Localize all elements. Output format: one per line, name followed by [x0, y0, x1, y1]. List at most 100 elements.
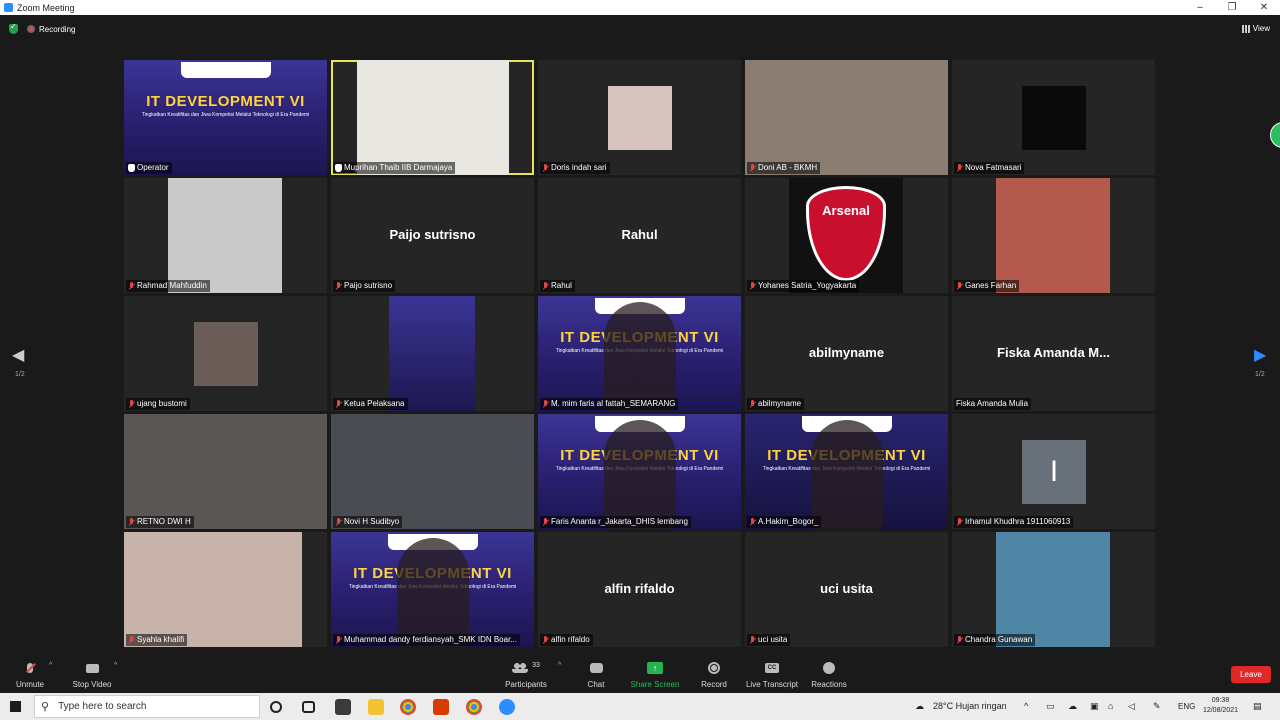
participant-name-label: Fiska Amanda Mulia: [954, 398, 1032, 410]
participant-name-label: Paijo sutrisno: [333, 280, 396, 292]
view-button[interactable]: View: [1241, 24, 1270, 33]
participant-name-label: ujang bustomi: [126, 398, 190, 410]
window-titlebar: Zoom Meeting – ❐ ✕: [0, 0, 1280, 15]
muted-microphone-icon: [956, 163, 963, 173]
battery-icon[interactable]: ▭: [1046, 693, 1055, 720]
participant-name-text: alfin rifaldo: [551, 635, 590, 644]
maximize-button[interactable]: ❐: [1216, 0, 1248, 15]
volume-icon[interactable]: ◁: [1128, 693, 1135, 720]
participant-name-text: Muprihan Thaib IIB Darmajaya: [344, 163, 453, 172]
muted-microphone-icon: [335, 281, 342, 291]
previous-page-arrow-icon[interactable]: ◀: [12, 345, 24, 365]
video-tile[interactable]: Nova Fatmasari: [952, 60, 1155, 175]
participant-name-text: Novi H Sudibyo: [344, 517, 400, 526]
video-tile[interactable]: Paijo sutrisno Paijo sutrisno: [331, 178, 534, 293]
video-tile[interactable]: Fiska Amanda M... Fiska Amanda Mulia: [952, 296, 1155, 411]
video-tile[interactable]: IT DEVELOPMENT VITingkatkan Kreatifitas …: [331, 532, 534, 647]
participant-name-label: Irhamul Khudhra 1911060913: [954, 516, 1074, 528]
next-page-arrow-icon[interactable]: ▶: [1254, 345, 1266, 365]
video-tile[interactable]: Rahmad Mahfuddin: [124, 178, 327, 293]
video-tile[interactable]: Doris indah sari: [538, 60, 741, 175]
smiley-reaction-icon: [823, 662, 835, 674]
store-icon[interactable]: [335, 699, 351, 715]
cortana-icon[interactable]: [270, 701, 282, 713]
encryption-shield-icon[interactable]: [9, 22, 18, 34]
arsenal-crest-text: Arsenal: [806, 186, 886, 281]
participant-name-label: alfin rifaldo: [540, 634, 593, 646]
zoom-taskbar-icon[interactable]: [499, 699, 515, 715]
participants-button[interactable]: 33 Participants: [491, 660, 561, 690]
video-camera-icon: [85, 663, 99, 673]
language-indicator[interactable]: ENG: [1178, 693, 1195, 720]
taskbar-search-input[interactable]: ⚲ Type here to search: [34, 695, 260, 718]
muted-microphone-icon: [542, 635, 549, 645]
windows-start-icon[interactable]: [10, 701, 21, 712]
muted-microphone-icon: [956, 281, 963, 291]
video-tile[interactable]: IT DEVELOPMENT VITingkatkan Kreatifitas …: [745, 414, 948, 529]
video-tile[interactable]: Muprihan Thaib IIB Darmajaya: [331, 60, 534, 175]
recording-label: Recording: [39, 24, 76, 34]
video-tile[interactable]: uci usita uci usita: [745, 532, 948, 647]
video-tile[interactable]: Chandra Gunawan: [952, 532, 1155, 647]
banner-subtitle: Tingkatkan Kreatifitas dan Jiwa Kompetis…: [141, 112, 310, 118]
clock-time: 09:38: [1211, 697, 1230, 704]
video-tile[interactable]: Syahla khalifi: [124, 532, 327, 647]
muted-microphone-icon: [335, 517, 342, 527]
video-tile[interactable]: Doni AB - BKMH: [745, 60, 948, 175]
file-explorer-icon[interactable]: [368, 699, 384, 715]
network-icon[interactable]: ⌂: [1108, 693, 1113, 720]
video-tile[interactable]: IT DEVELOPMENT VITingkatkan Kreatifitas …: [124, 60, 327, 175]
weather-text[interactable]: 28°C Hujan ringan: [933, 693, 1007, 720]
reactions-button[interactable]: Reactions: [794, 660, 864, 689]
video-tile[interactable]: IT DEVELOPMENT VITingkatkan Kreatifitas …: [538, 414, 741, 529]
video-tile[interactable]: RETNO DWI H: [124, 414, 327, 529]
muted-microphone-icon: [542, 517, 549, 527]
task-view-icon[interactable]: [302, 701, 315, 713]
participant-video: [389, 296, 475, 411]
video-tile[interactable]: Ketua Pelaksana: [331, 296, 534, 411]
participant-name-label: Nova Fatmasari: [954, 162, 1025, 174]
video-tile[interactable]: IT DEVELOPMENT VITingkatkan Kreatifitas …: [538, 296, 741, 411]
participant-name-label: Ganes Farhan: [954, 280, 1020, 292]
participant-name-text: abilmyname: [758, 399, 802, 408]
pen-icon[interactable]: ✎: [1153, 693, 1161, 720]
leave-button[interactable]: Leave: [1231, 666, 1271, 683]
chrome-icon[interactable]: [400, 699, 416, 715]
view-label: View: [1252, 24, 1270, 33]
video-tile[interactable]: ujang bustomi: [124, 296, 327, 411]
video-tile[interactable]: Novi H Sudibyo: [331, 414, 534, 529]
participant-name-display: alfin rifaldo: [604, 580, 675, 596]
side-bubble-icon[interactable]: [1270, 122, 1280, 148]
close-button[interactable]: ✕: [1248, 0, 1280, 15]
unmute-button[interactable]: Unmute: [0, 660, 65, 689]
video-tile[interactable]: alfin rifaldo alfin rifaldo: [538, 532, 741, 647]
office-icon[interactable]: [433, 699, 449, 715]
video-tile[interactable]: Rahul Rahul: [538, 178, 741, 293]
muted-microphone-icon: [956, 517, 963, 527]
meet-now-icon[interactable]: ▣: [1090, 693, 1099, 720]
participant-name-text: Nova Fatmasari: [965, 163, 1022, 172]
cloud-icon[interactable]: ☁: [1068, 693, 1077, 720]
video-tile[interactable]: abilmyname abilmyname: [745, 296, 948, 411]
profile-photo: [194, 322, 258, 386]
chat-bubble-icon: [589, 663, 603, 673]
tray-overflow-icon[interactable]: ^: [1024, 693, 1028, 720]
participant-name-text: Syahla khalifi: [137, 635, 185, 644]
video-tile[interactable]: Arsenal Yohanes Satria_Yogyakarta: [745, 178, 948, 293]
minimize-button[interactable]: –: [1184, 0, 1216, 15]
notifications-icon[interactable]: ▤: [1253, 693, 1262, 720]
video-tile[interactable]: I Irhamul Khudhra 1911060913: [952, 414, 1155, 529]
participant-name-text: Paijo sutrisno: [344, 281, 393, 290]
participant-name-text: Rahmad Mahfuddin: [137, 281, 207, 290]
raise-hand-icon: [335, 164, 342, 172]
muted-microphone-icon: [749, 399, 756, 409]
taskbar-clock[interactable]: 09:38 12/08/2021: [1203, 696, 1238, 716]
profile-photo: [1022, 86, 1086, 150]
arsenal-crest-photo: Arsenal: [789, 178, 903, 293]
audio-options-caret-icon[interactable]: ^: [49, 662, 52, 669]
chrome-profile-icon[interactable]: [466, 699, 482, 715]
muted-microphone-icon: [128, 517, 135, 527]
video-options-caret-icon[interactable]: ^: [114, 662, 117, 669]
video-tile[interactable]: Ganes Farhan: [952, 178, 1155, 293]
participant-name-text: Fiska Amanda Mulia: [956, 399, 1029, 408]
